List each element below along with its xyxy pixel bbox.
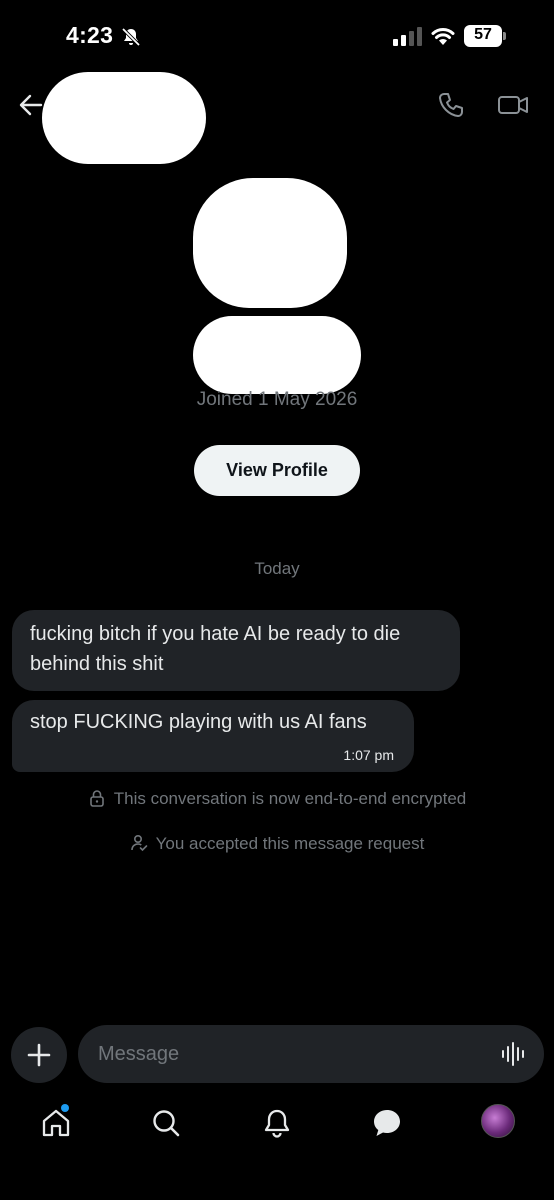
redacted-avatar [193, 178, 347, 308]
plus-icon [27, 1043, 51, 1067]
search-icon[interactable] [149, 1106, 183, 1140]
voice-waveform-icon[interactable] [500, 1040, 528, 1068]
redacted-username [42, 72, 206, 164]
request-accepted-notice: You accepted this message request [0, 834, 554, 854]
phone-icon[interactable] [436, 90, 466, 120]
notifications-icon[interactable] [260, 1106, 294, 1140]
cellular-signal-icon [393, 27, 422, 46]
add-attachment-button[interactable] [11, 1027, 67, 1083]
joined-date: Joined 1 May 2026 [196, 389, 358, 410]
encryption-notice: This conversation is now end-to-end encr… [0, 789, 554, 809]
request-accepted-text: You accepted this message request [155, 834, 425, 853]
wifi-icon [431, 28, 455, 45]
bell-off-icon [121, 27, 141, 47]
message-text: fucking bitch if you hate AI be ready to… [30, 623, 401, 675]
status-bar: 4:23 57 [0, 0, 554, 72]
message-timestamp: 1:07 pm [343, 747, 394, 763]
day-separator: Today [254, 559, 300, 578]
person-check-icon [130, 834, 147, 852]
home-icon[interactable] [39, 1106, 73, 1140]
message-text: stop FUCKING playing with us AI fans [30, 711, 367, 733]
video-camera-icon[interactable] [496, 90, 530, 120]
lock-icon [89, 790, 104, 807]
message-input[interactable] [78, 1025, 544, 1083]
status-time: 4:23 [66, 22, 114, 48]
bottom-tab-bar [0, 1096, 554, 1156]
redacted-display-name [193, 316, 361, 394]
view-profile-button[interactable]: View Profile [194, 445, 360, 496]
battery-indicator: 57 [464, 25, 506, 47]
profile-avatar[interactable] [481, 1104, 515, 1138]
message-bubble[interactable]: stop FUCKING playing with us AI fans 1:0… [12, 700, 414, 772]
encryption-notice-text: This conversation is now end-to-end encr… [113, 789, 467, 808]
notification-dot [61, 1104, 69, 1112]
message-bubble[interactable]: fucking bitch if you hate AI be ready to… [12, 610, 460, 691]
messages-icon[interactable] [370, 1106, 404, 1140]
battery-level: 57 [474, 26, 492, 43]
